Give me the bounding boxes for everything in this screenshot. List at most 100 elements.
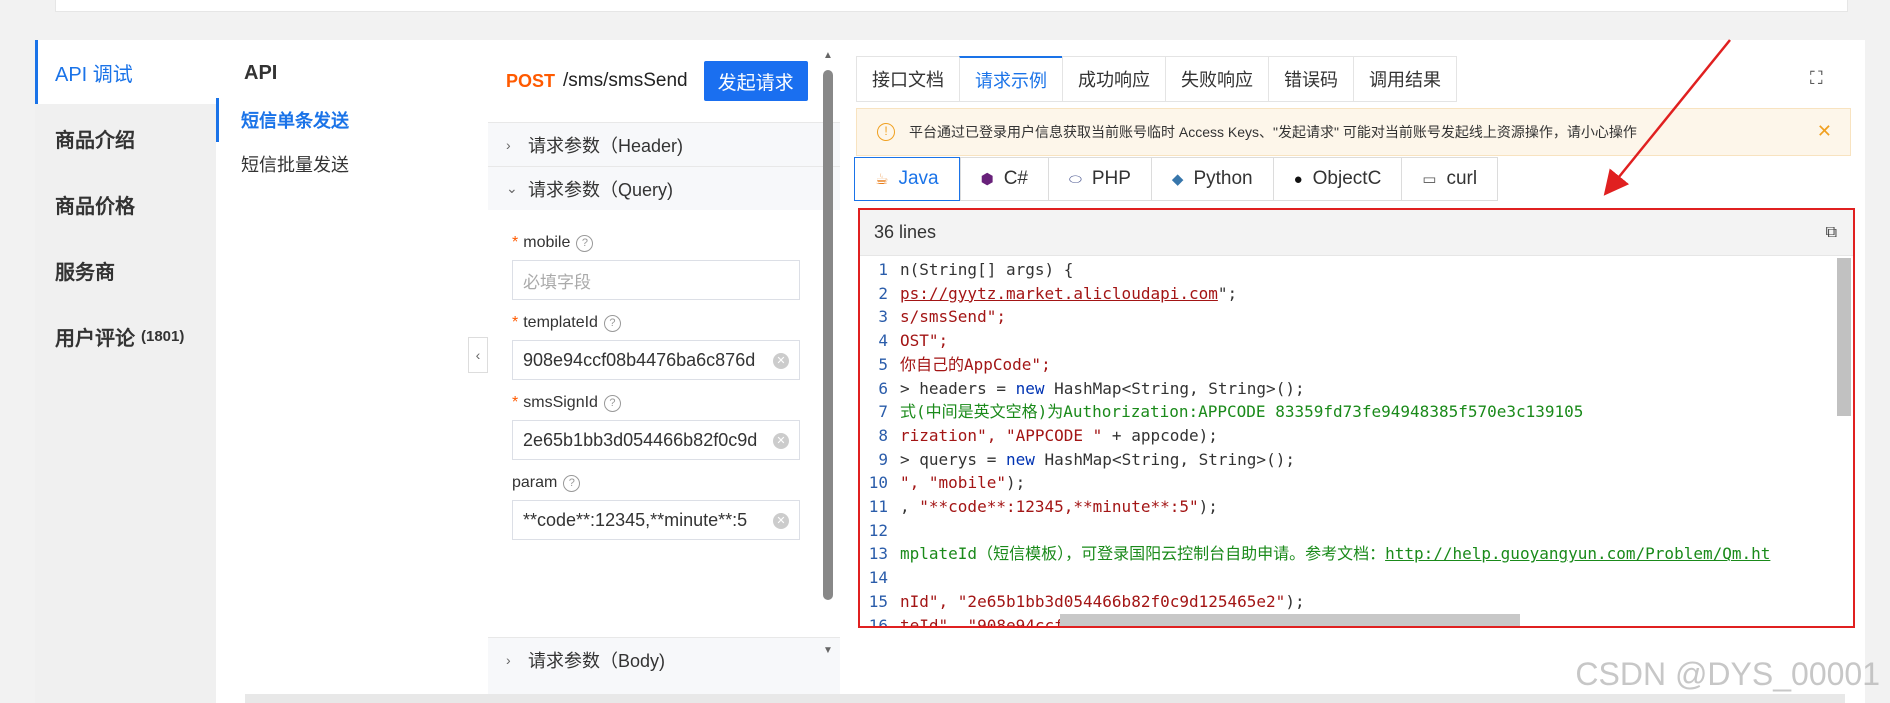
nav-item-api-debug[interactable]: API 调试 bbox=[35, 40, 216, 104]
code-token: "2e65b1bb3d054466b82f0c9d125465e2" bbox=[957, 591, 1286, 611]
clear-icon[interactable]: ✕ bbox=[773, 513, 789, 529]
line-source: > querys = new HashMap<String, String>()… bbox=[898, 448, 1295, 472]
code-token: + appcode); bbox=[1102, 425, 1218, 445]
code-line: 11, "**code**:12345,**minute**:5"); bbox=[860, 495, 1853, 519]
code-token: HashMap<String, String>(); bbox=[1034, 449, 1295, 469]
api-link-sms-batch[interactable]: 短信批量发送 bbox=[216, 142, 488, 186]
csharp-icon: ⬢ bbox=[980, 171, 994, 188]
send-request-button[interactable]: 发起请求 bbox=[703, 61, 808, 101]
chevron-down-icon: ⌄ bbox=[506, 180, 518, 196]
scroll-up-arrow[interactable]: ▲ bbox=[823, 50, 833, 61]
editor-hscrollbar[interactable] bbox=[1060, 614, 1520, 626]
editor-scrollbar[interactable] bbox=[1837, 258, 1851, 416]
request-panel: POST /sms/smsSend 发起请求 › 请求参数（Header) ⌄ 请求… bbox=[488, 40, 840, 703]
line-number: 9 bbox=[878, 449, 888, 469]
nav-item-reviews[interactable]: 用户评论 (1801) bbox=[35, 304, 216, 368]
help-icon[interactable]: ? bbox=[603, 314, 621, 332]
nav-item-product-price[interactable]: 商品价格 bbox=[35, 172, 216, 236]
code-token: n(String[] args) { bbox=[900, 260, 1074, 279]
top-bar bbox=[55, 0, 1848, 12]
line-source bbox=[898, 566, 900, 590]
param-label-smssignid: * smsSignId? bbox=[512, 386, 820, 420]
lang-tab-python[interactable]: ◆ Python bbox=[1150, 157, 1273, 201]
code-token: mplateId（短信模板），可登录国阳云控制台自助申请。参考文档： bbox=[900, 544, 1386, 564]
line-source: ps://gyytz.market.alicloudapi.com"; bbox=[898, 282, 1237, 306]
line-count: 36 lines bbox=[874, 222, 937, 242]
templateid-input[interactable]: 908e94ccf08b4476ba6c876d ✕ bbox=[512, 340, 800, 380]
line-source bbox=[898, 519, 900, 543]
tab-call-result[interactable]: 调用结果 bbox=[1353, 56, 1457, 102]
code-token: HashMap<String, String>(); bbox=[1044, 378, 1305, 398]
smssignid-input[interactable]: 2e65b1bb3d054466b82f0c9d ✕ bbox=[512, 420, 800, 460]
section-body-params[interactable]: › 请求参数（Body) bbox=[488, 637, 840, 681]
code-token: 式(中间是英文空格)为Authorization:APPCODE 83359fd… bbox=[900, 402, 1584, 422]
fullscreen-icon[interactable]: ⛶ bbox=[1810, 68, 1823, 89]
help-icon[interactable]: ? bbox=[576, 234, 594, 252]
line-source: OST"; bbox=[898, 329, 948, 353]
help-icon[interactable]: ? bbox=[563, 474, 581, 492]
lang-tab-java[interactable]: ☕ Java bbox=[854, 157, 960, 201]
close-icon[interactable]: ✕ bbox=[1817, 121, 1832, 142]
nav-item-product-intro[interactable]: 商品介绍 bbox=[35, 106, 216, 170]
scroll-down-arrow[interactable]: ▼ bbox=[823, 645, 833, 656]
nav-item-provider[interactable]: 服务商 bbox=[35, 238, 216, 302]
tab-success-response[interactable]: 成功响应 bbox=[1062, 56, 1165, 102]
line-source: ", "mobile"); bbox=[898, 471, 1025, 495]
code-line: 1 n(String[] args) { bbox=[860, 258, 1853, 282]
warning-icon: ! bbox=[877, 123, 895, 141]
mobile-input[interactable]: 必填字段 bbox=[512, 260, 800, 300]
line-number: 6 bbox=[878, 378, 888, 398]
code-token: "APPCODE " bbox=[1005, 425, 1103, 445]
line-source: n(String[] args) { bbox=[898, 258, 1073, 282]
copy-icon[interactable]: ⧉ bbox=[1826, 224, 1837, 242]
tab-failure-response[interactable]: 失败响应 bbox=[1165, 56, 1268, 102]
language-tabs: ☕ Java ⬢ C# ⬭ PHP ◆ Python ● ObjectC ▭ curl bbox=[854, 157, 1499, 201]
lang-tab-objectc[interactable]: ● ObjectC bbox=[1272, 157, 1402, 201]
param-label-mobile: * mobile? bbox=[512, 226, 820, 260]
php-icon: ⬭ bbox=[1069, 170, 1082, 188]
review-count: (1801) bbox=[141, 327, 185, 345]
request-panel-scrollbar[interactable] bbox=[823, 70, 833, 600]
collapse-panel-button[interactable]: ‹ bbox=[468, 337, 488, 373]
code-editor[interactable]: 36 lines ⧉ 1 n(String[] args) {2 ps://gyyt… bbox=[858, 208, 1855, 628]
required-mark: * bbox=[512, 394, 519, 411]
input-value: **code**:12345,**minute**:5 bbox=[523, 509, 748, 530]
required-mark: * bbox=[512, 234, 519, 251]
help-icon[interactable]: ? bbox=[603, 394, 621, 412]
code-line: 13 mplateId（短信模板），可登录国阳云控制台自助申请。参考文档：http… bbox=[860, 542, 1853, 566]
clear-icon[interactable]: ✕ bbox=[773, 433, 789, 449]
code-lines: 1 n(String[] args) {2 ps://gyytz.market.al… bbox=[860, 256, 1853, 628]
code-token: new bbox=[1005, 449, 1035, 469]
lang-tab-php[interactable]: ⬭ PHP bbox=[1048, 157, 1151, 201]
code-token: ps://gyytz.market.alicloudapi.com bbox=[900, 283, 1218, 303]
terminal-icon: ▭ bbox=[1422, 171, 1437, 188]
code-token: "**code**:12345,**minute**:5" bbox=[919, 497, 1199, 517]
code-line: 10 ", "mobile"); bbox=[860, 471, 1853, 495]
param-input[interactable]: **code**:12345,**minute**:5 ✕ bbox=[512, 500, 800, 540]
line-number: 11 bbox=[868, 497, 888, 517]
code-line: 14 bbox=[860, 566, 1853, 590]
tab-request-example[interactable]: 请求示例 bbox=[959, 56, 1062, 102]
line-number: 1 bbox=[878, 260, 888, 279]
code-token: teId", bbox=[900, 615, 968, 628]
doc-tabs: 接口文档 请求示例 成功响应 失败响应 错误码 调用结果 bbox=[856, 56, 1457, 102]
clear-icon[interactable]: ✕ bbox=[773, 353, 789, 369]
param-label-param: param? bbox=[512, 466, 820, 500]
section-query-params[interactable]: ⌄ 请求参数（Query) bbox=[488, 166, 840, 210]
section-label: 请求参数（Header) bbox=[528, 135, 684, 156]
line-number: 3 bbox=[878, 307, 888, 327]
lang-tab-csharp[interactable]: ⬢ C# bbox=[959, 157, 1048, 201]
nav-item-label: 服务商 bbox=[55, 261, 115, 284]
section-header-params[interactable]: › 请求参数（Header) bbox=[488, 122, 840, 166]
code-line: 8 rization", "APPCODE " + appcode); bbox=[860, 424, 1853, 448]
left-nav: API 调试 商品介绍 商品价格 服务商 用户评论 (1801) bbox=[35, 40, 216, 703]
lang-tab-curl[interactable]: ▭ curl bbox=[1401, 157, 1499, 201]
request-path: /sms/smsSend bbox=[563, 70, 688, 91]
java-icon: ☕ bbox=[875, 171, 889, 188]
tab-api-doc[interactable]: 接口文档 bbox=[856, 56, 959, 102]
example-panel: 接口文档 请求示例 成功响应 失败响应 错误码 调用结果 ⛶ ! 平台通过已登录… bbox=[840, 40, 1865, 703]
tab-error-codes[interactable]: 错误码 bbox=[1268, 56, 1353, 102]
line-source: mplateId（短信模板），可登录国阳云控制台自助申请。参考文档：http:/… bbox=[898, 542, 1770, 566]
api-link-sms-single[interactable]: 短信单条发送 bbox=[216, 98, 488, 142]
param-label-templateid: * templateId? bbox=[512, 306, 820, 340]
